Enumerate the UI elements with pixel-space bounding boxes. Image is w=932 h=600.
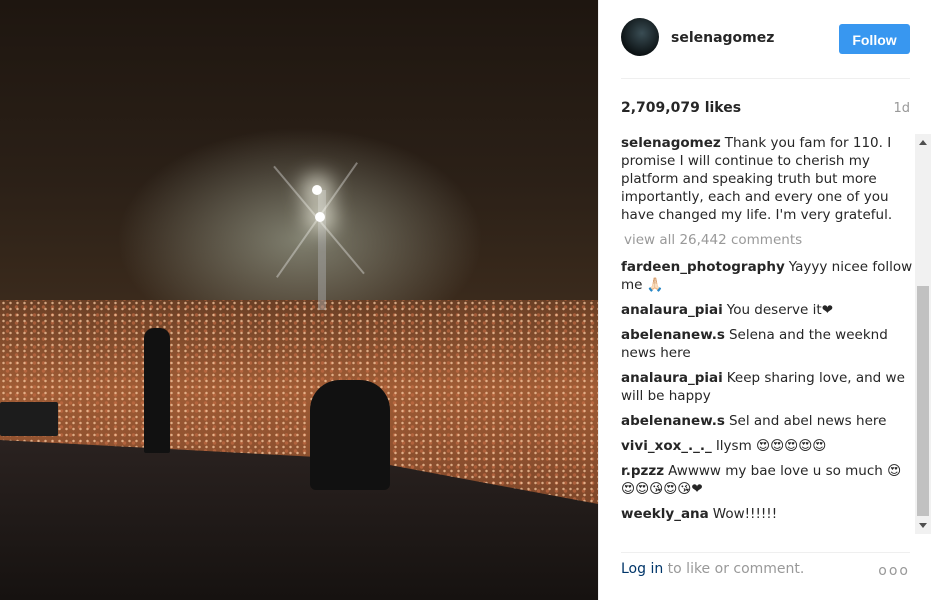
comment-item: r.pzzz Awwww my bae love u so much 😍😍😍😘😍😘… bbox=[621, 462, 913, 498]
post-header: selenagomez Follow bbox=[621, 18, 910, 79]
view-all-comments-link[interactable]: view all 26,442 comments bbox=[624, 231, 913, 249]
post-side-panel: selenagomez Follow 2,709,079 likes 1d se… bbox=[598, 0, 932, 600]
comment-item: analaura_piai You deserve it❤ bbox=[621, 301, 913, 319]
login-prompt-text: to like or comment. bbox=[663, 561, 805, 577]
comment-text: Wow!!!!!! bbox=[712, 506, 778, 522]
comment-username[interactable]: fardeen_photography bbox=[621, 259, 785, 275]
likes-count[interactable]: 2,709,079 likes bbox=[621, 100, 741, 116]
comment-item: abelenanew.s Selena and the weeknd news h… bbox=[621, 326, 913, 362]
post-footer: Log in to like or comment. ooo bbox=[621, 552, 910, 579]
post-view: selenagomez Follow 2,709,079 likes 1d se… bbox=[0, 0, 932, 600]
comment-text: You deserve it❤ bbox=[726, 302, 834, 318]
comment-item: vivi_xox_._._ Ilysm 😍😍😍😍😍 bbox=[621, 437, 913, 455]
comment-item: fardeen_photography Yayyy nicee follow me… bbox=[621, 258, 913, 294]
follow-button[interactable]: Follow bbox=[839, 24, 910, 54]
login-link[interactable]: Log in bbox=[621, 561, 663, 577]
comment-item: weekly_ana Wow!!!!!! bbox=[621, 505, 913, 523]
crew-silhouette bbox=[310, 380, 390, 490]
comment-username[interactable]: analaura_piai bbox=[621, 370, 723, 386]
caption: selenagomez Thank you fam for 110. I prom… bbox=[621, 134, 913, 224]
comment-username[interactable]: abelenanew.s bbox=[621, 413, 725, 429]
stage-light bbox=[312, 185, 322, 195]
comments-list[interactable]: selenagomez Thank you fam for 110. I prom… bbox=[621, 134, 913, 534]
comment-username[interactable]: r.pzzz bbox=[621, 463, 664, 479]
comment-username[interactable]: vivi_xox_._._ bbox=[621, 438, 712, 454]
scroll-down-arrow-icon[interactable] bbox=[919, 523, 927, 528]
username[interactable]: selenagomez bbox=[671, 30, 774, 46]
scrollbar-thumb[interactable] bbox=[917, 286, 929, 516]
scroll-up-arrow-icon[interactable] bbox=[919, 140, 927, 145]
comment-username[interactable]: abelenanew.s bbox=[621, 327, 725, 343]
stage-light bbox=[315, 212, 325, 222]
avatar[interactable] bbox=[621, 18, 659, 56]
performer-silhouette bbox=[144, 328, 170, 453]
comment-text: Sel and abel news here bbox=[728, 413, 887, 429]
comment-item: abelenanew.s Sel and abel news here bbox=[621, 412, 913, 430]
concert-photo[interactable] bbox=[0, 0, 598, 600]
comments-scrollbar[interactable] bbox=[915, 134, 931, 534]
caption-username[interactable]: selenagomez bbox=[621, 135, 721, 151]
speaker-box bbox=[0, 402, 58, 436]
comment-text: Ilysm 😍😍😍😍😍 bbox=[715, 438, 827, 454]
comment-username[interactable]: weekly_ana bbox=[621, 506, 709, 522]
comment-username[interactable]: analaura_piai bbox=[621, 302, 723, 318]
comment-item: analaura_piai Keep sharing love, and we w… bbox=[621, 369, 913, 405]
timestamp[interactable]: 1d bbox=[893, 101, 910, 116]
more-options-icon[interactable]: ooo bbox=[878, 563, 910, 579]
login-prompt: Log in to like or comment. bbox=[621, 561, 804, 577]
